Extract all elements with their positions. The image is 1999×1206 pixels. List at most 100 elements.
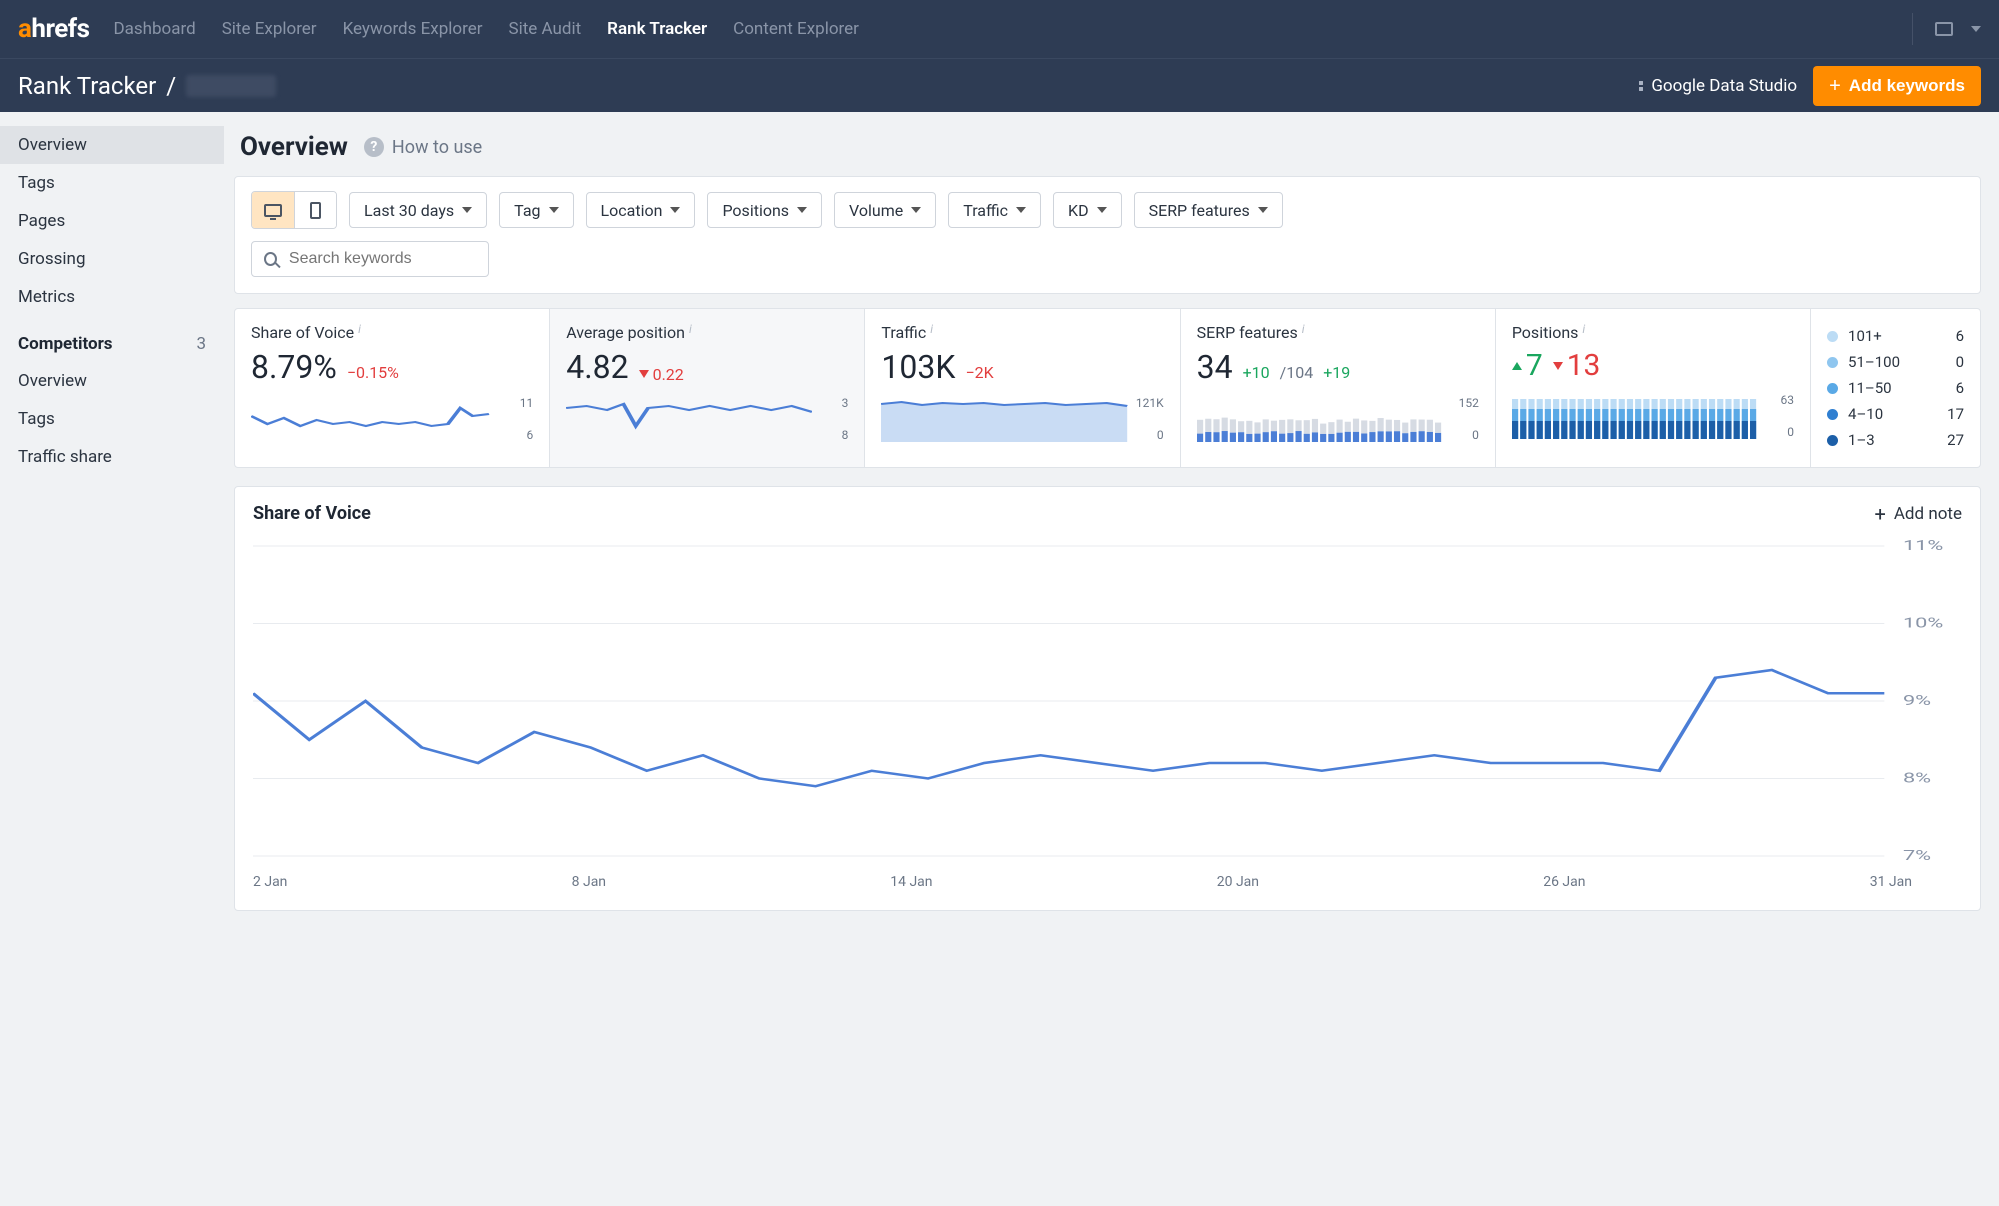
filter-positions[interactable]: Positions <box>707 192 822 228</box>
google-data-studio-link[interactable]: Google Data Studio <box>1639 76 1797 96</box>
search-input[interactable] <box>287 249 476 269</box>
metric-average-position[interactable]: Average positioni 4.82 0.22 38 <box>550 308 865 468</box>
device-desktop-button[interactable] <box>252 192 294 228</box>
question-icon: ? <box>364 137 384 157</box>
device-toggle <box>251 191 337 229</box>
user-menu-caret-icon[interactable] <box>1971 26 1981 32</box>
nav-content-explorer[interactable]: Content Explorer <box>733 19 859 39</box>
keyword-search[interactable] <box>251 241 489 277</box>
top-nav: ahrefs Dashboard Site Explorer Keywords Ex… <box>0 0 1999 58</box>
bar-spark <box>1197 396 1443 442</box>
filter-bar: Last 30 days Tag Location Positions Volume T… <box>234 176 1981 294</box>
delta-down: −0.15% <box>347 363 399 382</box>
legend-row[interactable]: 11–506 <box>1827 375 1964 401</box>
filter-traffic[interactable]: Traffic <box>948 192 1041 228</box>
x-tick: 14 Jan <box>890 874 932 890</box>
positions-legend: 101+651–100011–5064–10171–327 <box>1811 308 1981 468</box>
stacked-bar-spark <box>1512 393 1758 439</box>
info-icon: i <box>1582 322 1585 336</box>
sidebar-item-tags[interactable]: Tags <box>0 400 224 438</box>
filter-serp-features[interactable]: SERP features <box>1134 192 1283 228</box>
sidebar-competitors-head: Competitors 3 <box>0 316 224 362</box>
svg-text:11%: 11% <box>1903 538 1943 554</box>
competitors-count: 3 <box>196 334 206 354</box>
how-to-use-link[interactable]: ? How to use <box>364 137 482 158</box>
info-icon: i <box>358 322 361 336</box>
x-tick: 2 Jan <box>253 874 287 890</box>
legend-row[interactable]: 1–327 <box>1827 427 1964 453</box>
svg-text:7%: 7% <box>1903 848 1931 864</box>
filter-kd[interactable]: KD <box>1053 192 1122 228</box>
sparkline <box>566 396 812 442</box>
metric-traffic[interactable]: Traffici 103K −2K 121K0 <box>865 308 1180 468</box>
chart-x-axis: 2 Jan 8 Jan 14 Jan 20 Jan 26 Jan 31 Jan <box>253 866 1962 890</box>
chevron-down-icon <box>1016 207 1026 213</box>
sidebar-item-pages[interactable]: Pages <box>0 202 224 240</box>
main-chart-card: Share of Voice + Add note 11% 10% 9% 8% 7% 2… <box>234 486 1981 911</box>
sidebar-item-grossing[interactable]: Grossing <box>0 240 224 278</box>
desktop-icon <box>264 204 282 217</box>
sub-nav: Rank Tracker / Google Data Studio + Add … <box>0 58 1999 112</box>
chevron-down-icon <box>1258 207 1268 213</box>
legend-row[interactable]: 51–1000 <box>1827 349 1964 375</box>
topbar-right <box>1908 13 1981 45</box>
chevron-down-icon <box>911 207 921 213</box>
nav-dashboard[interactable]: Dashboard <box>113 19 195 39</box>
legend-row[interactable]: 101+6 <box>1827 323 1964 349</box>
metric-positions[interactable]: Positionsi 7 13 630 <box>1496 308 1811 468</box>
x-tick: 20 Jan <box>1217 874 1259 890</box>
svg-text:8%: 8% <box>1903 770 1931 786</box>
filter-location[interactable]: Location <box>586 192 696 228</box>
x-tick: 8 Jan <box>572 874 606 890</box>
info-icon: i <box>1302 322 1305 336</box>
sidebar-item-tags[interactable]: Tags <box>0 164 224 202</box>
search-icon <box>264 252 277 266</box>
sidebar-item-overview[interactable]: Overview <box>0 362 224 400</box>
date-range-filter[interactable]: Last 30 days <box>349 192 487 228</box>
chart-title: Share of Voice <box>253 503 371 524</box>
chevron-down-icon <box>670 207 680 213</box>
breadcrumb-sep: / <box>166 72 176 100</box>
nav-site-audit[interactable]: Site Audit <box>508 19 581 39</box>
info-icon: i <box>930 322 933 336</box>
x-tick: 26 Jan <box>1543 874 1585 890</box>
mobile-icon <box>310 202 321 219</box>
sidebar-item-traffic-share[interactable]: Traffic share <box>0 438 224 476</box>
breadcrumb-section[interactable]: Rank Tracker <box>18 72 156 100</box>
page-title: Overview <box>240 132 348 162</box>
filter-volume[interactable]: Volume <box>834 192 936 228</box>
svg-text:9%: 9% <box>1903 693 1931 709</box>
sparkline <box>251 396 497 442</box>
metric-share-of-voice[interactable]: Share of Voicei 8.79% −0.15% 116 <box>234 308 550 468</box>
sidebar: OverviewTagsPagesGrossingMetrics Competi… <box>0 112 224 941</box>
breadcrumb: Rank Tracker / <box>18 72 276 100</box>
divider <box>1912 13 1913 45</box>
nav-keywords-explorer[interactable]: Keywords Explorer <box>343 19 483 39</box>
add-note-button[interactable]: + Add note <box>1874 504 1962 524</box>
filter-tag[interactable]: Tag <box>499 192 573 228</box>
brand-logo[interactable]: ahrefs <box>18 14 89 44</box>
gds-icon <box>1639 81 1643 91</box>
metric-serp-features[interactable]: SERP featuresi 34 +10 /104 +19 1520 <box>1181 308 1496 468</box>
device-mobile-button[interactable] <box>294 192 336 228</box>
chevron-down-icon <box>1097 207 1107 213</box>
primary-nav: Dashboard Site Explorer Keywords Explorer S… <box>113 19 858 39</box>
metric-cards: Share of Voicei 8.79% −0.15% 116 Average… <box>234 308 1981 468</box>
add-keywords-button[interactable]: + Add keywords <box>1813 66 1981 106</box>
legend-row[interactable]: 4–1017 <box>1827 401 1964 427</box>
sidebar-item-overview[interactable]: Overview <box>0 126 224 164</box>
breadcrumb-project[interactable] <box>186 75 276 97</box>
sidebar-item-metrics[interactable]: Metrics <box>0 278 224 316</box>
nav-rank-tracker[interactable]: Rank Tracker <box>607 19 707 39</box>
svg-text:10%: 10% <box>1903 615 1943 631</box>
chevron-down-icon <box>797 207 807 213</box>
line-chart[interactable]: 11% 10% 9% 8% 7% <box>253 536 1962 866</box>
x-tick: 31 Jan <box>1870 874 1912 890</box>
info-icon: i <box>689 322 692 336</box>
chevron-down-icon <box>462 207 472 213</box>
delta-down: 0.22 <box>639 365 684 384</box>
chevron-down-icon <box>549 207 559 213</box>
display-icon[interactable] <box>1935 22 1953 36</box>
nav-site-explorer[interactable]: Site Explorer <box>222 19 317 39</box>
delta-down: −2K <box>965 363 993 382</box>
